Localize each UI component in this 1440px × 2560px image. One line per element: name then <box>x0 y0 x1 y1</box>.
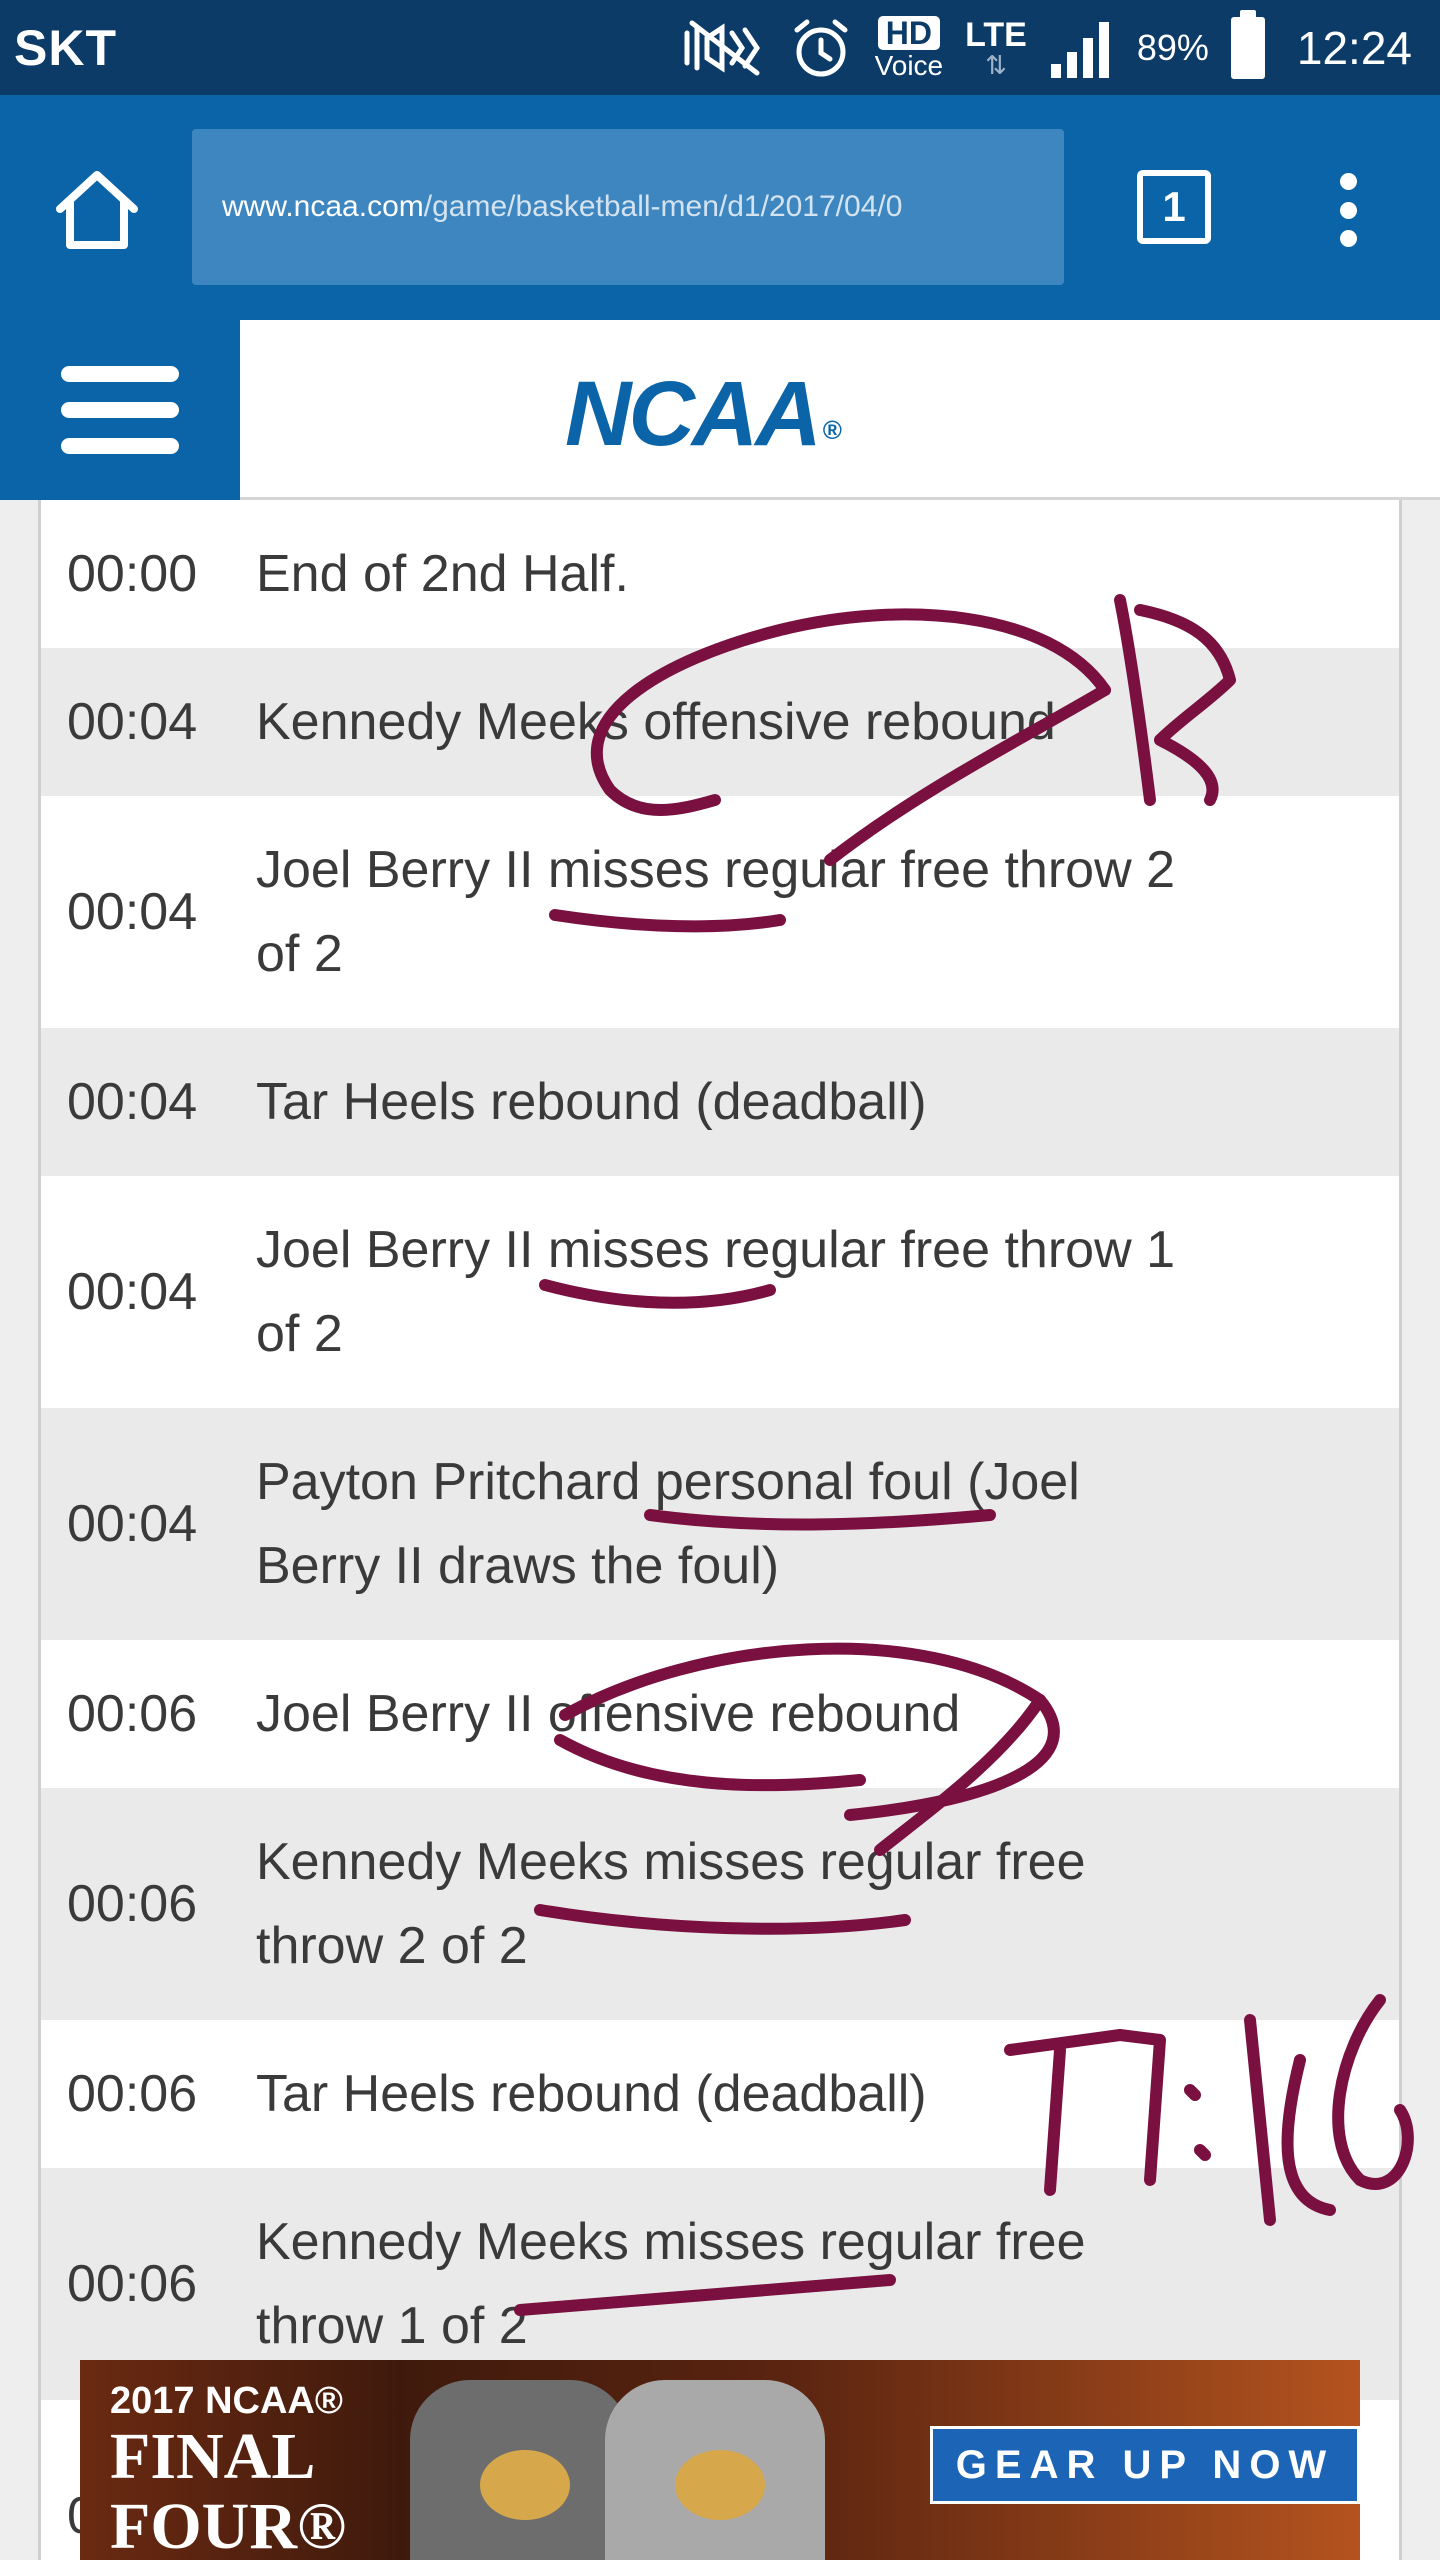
url-bar[interactable]: www.ncaa.com/game/basketball-men/d1/2017… <box>192 129 1064 285</box>
play-row: 00:04 Payton Pritchard personal foul (Jo… <box>41 1408 1399 1640</box>
play-by-play-list: 00:00 End of 2nd Half. 00:04 Kennedy Mee… <box>38 500 1402 2560</box>
play-description: Joel Berry II misses regular free throw … <box>256 1221 1175 1363</box>
status-icons: HD Voice LTE ⇅ 89% 12:24 <box>677 9 1412 81</box>
play-time: 00:06 <box>67 1685 198 1743</box>
data-activity-icon: ⇅ <box>985 49 1007 80</box>
ncaa-logo[interactable]: NCAA ® <box>565 368 842 460</box>
hd-voice-badge: HD Voice <box>874 15 944 81</box>
play-description: Joel Berry II misses regular free throw … <box>256 841 1175 983</box>
play-description: Payton Pritchard personal foul (Joel Ber… <box>256 1453 1080 1595</box>
play-time: 00:04 <box>67 1263 198 1321</box>
url-path: /game/basketball-men/d1/2017/04/0 <box>423 190 903 223</box>
play-row: 00:00 End of 2nd Half. <box>41 500 1399 648</box>
network-indicator: LTE ⇅ <box>965 18 1027 78</box>
browser-toolbar: www.ncaa.com/game/basketball-men/d1/2017… <box>0 95 1440 320</box>
play-row: 00:04 Kennedy Meeks offensive rebound <box>41 648 1399 796</box>
site-header: NCAA ® <box>0 320 1440 500</box>
vibrate-mute-icon <box>677 18 767 78</box>
play-time: 00:04 <box>67 693 198 751</box>
hd-label: HD <box>877 15 940 50</box>
play-time: 00:06 <box>67 2065 198 2123</box>
home-icon <box>56 171 138 249</box>
play-description: Tar Heels rebound (deadball) <box>256 2065 927 2123</box>
logo-reg-mark: ® <box>822 415 842 445</box>
ad-title-line2: FOUR® <box>110 2490 347 2560</box>
alarm-icon <box>789 16 853 80</box>
gear-up-now-button[interactable]: GEAR UP NOW <box>930 2426 1360 2504</box>
signal-icon <box>1049 16 1115 80</box>
carrier-name: SKT <box>14 19 117 76</box>
play-row: 00:04 Joel Berry II misses regular free … <box>41 1176 1399 1408</box>
play-row: 00:04 Joel Berry II misses regular free … <box>41 796 1399 1028</box>
play-time: 00:00 <box>67 545 198 603</box>
play-description: Kennedy Meeks misses regular free throw … <box>256 1833 1086 1975</box>
ad-text: 2017 NCAA® FINAL FOUR® <box>110 2382 346 2560</box>
home-button[interactable] <box>52 165 142 255</box>
play-time: 00:06 <box>67 1875 198 1933</box>
battery-percent: 89% <box>1136 26 1209 68</box>
tshirt-image <box>410 2380 630 2560</box>
network-label: LTE <box>965 15 1027 54</box>
play-row: 00:06 Joel Berry II offensive rebound <box>41 1640 1399 1788</box>
play-row: 00:06 Tar Heels rebound (deadball) <box>41 2020 1399 2168</box>
logo-text: NCAA <box>565 363 822 465</box>
voice-label: Voice <box>874 49 944 81</box>
tab-switcher-button[interactable]: 1 <box>1137 170 1211 244</box>
play-description: Kennedy Meeks offensive rebound <box>256 693 1056 751</box>
ad-banner[interactable]: 2017 NCAA® FINAL FOUR® GEAR UP NOW <box>80 2360 1360 2560</box>
play-time: 00:04 <box>67 1495 198 1553</box>
play-time: 00:06 <box>67 2255 198 2313</box>
play-row: 00:04 Tar Heels rebound (deadball) <box>41 1028 1399 1176</box>
play-description: Joel Berry II offensive rebound <box>256 1685 961 1743</box>
play-time: 00:04 <box>67 883 198 941</box>
ad-year-line: 2017 NCAA® <box>110 2380 343 2422</box>
more-vertical-icon[interactable] <box>1318 165 1378 255</box>
ad-title-line1: FINAL <box>110 2420 316 2493</box>
play-description: Tar Heels rebound (deadball) <box>256 1073 927 1131</box>
play-row: 00:06 Kennedy Meeks misses regular free … <box>41 1788 1399 2020</box>
play-description: End of 2nd Half. <box>256 545 629 603</box>
clock: 12:24 <box>1296 21 1412 74</box>
battery-icon <box>1230 9 1265 79</box>
play-time: 00:04 <box>67 1073 198 1131</box>
status-bar: SKT HD Voice LTE ⇅ 89% 12:24 <box>0 0 1440 95</box>
hamburger-menu-icon[interactable] <box>0 320 240 500</box>
tshirt-image <box>605 2380 825 2560</box>
play-description: Kennedy Meeks misses regular free throw … <box>256 2213 1086 2355</box>
url-domain: www.ncaa.com <box>222 190 424 223</box>
